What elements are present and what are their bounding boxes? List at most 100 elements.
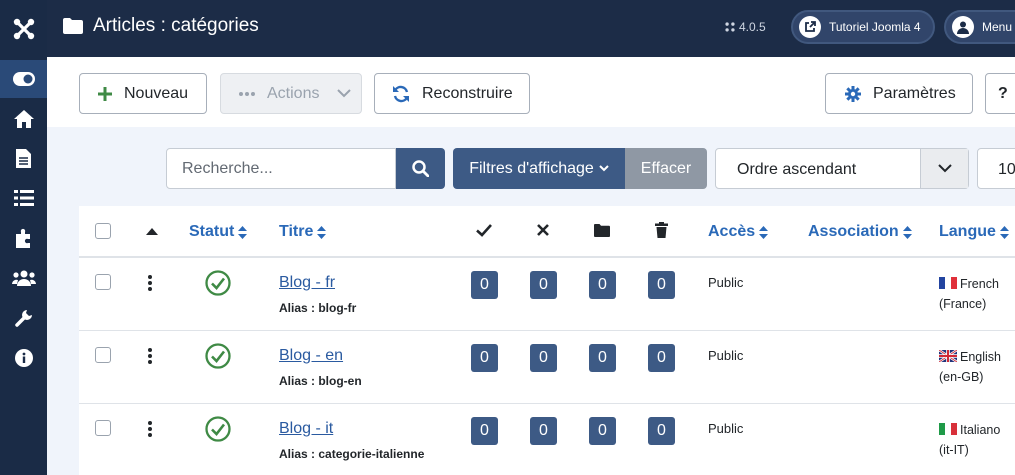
- select-all-checkbox[interactable]: [95, 223, 111, 239]
- joomla-small-icon: [725, 22, 735, 32]
- column-title-label: Titre: [279, 223, 314, 240]
- user-menu-button[interactable]: Menu: [944, 10, 1015, 44]
- access-level: Public: [708, 275, 744, 290]
- language-name: French: [960, 277, 999, 291]
- access-level: Public: [708, 348, 744, 363]
- published-status-icon[interactable]: [205, 270, 231, 296]
- ordering-select[interactable]: Ordre ascendant: [715, 148, 969, 189]
- table-header: Statut Titre Accès Association Langue: [79, 206, 1015, 258]
- sidebar-item-users[interactable]: [0, 259, 47, 297]
- unpublished-count[interactable]: 0: [530, 344, 557, 372]
- column-status[interactable]: Statut: [189, 223, 248, 241]
- help-button[interactable]: ?: [985, 73, 1015, 114]
- unpublished-count[interactable]: 0: [530, 417, 557, 445]
- trashed-count[interactable]: 0: [648, 417, 675, 445]
- caret-down-icon: [599, 165, 609, 172]
- trashed-count[interactable]: 0: [648, 344, 675, 372]
- archived-count[interactable]: 0: [589, 344, 616, 372]
- sort-icon: [238, 225, 248, 239]
- category-title-link[interactable]: Blog - fr: [279, 274, 335, 292]
- search-button[interactable]: [396, 148, 445, 189]
- table-row: Blog - it Alias : categorie-italienne 0 …: [79, 404, 1015, 475]
- drag-handle-icon[interactable]: [147, 347, 153, 365]
- access-level: Public: [708, 421, 744, 436]
- user-icon: [952, 16, 974, 38]
- drag-handle-icon[interactable]: [147, 420, 153, 438]
- row-checkbox[interactable]: [95, 420, 111, 436]
- column-access-label: Accès: [708, 223, 756, 240]
- column-title[interactable]: Titre: [279, 223, 327, 241]
- category-title-link[interactable]: Blog - en: [279, 347, 343, 365]
- category-title-link[interactable]: Blog - it: [279, 420, 333, 438]
- actions-label: Actions: [267, 84, 320, 102]
- options-label: Paramètres: [873, 84, 956, 102]
- new-button[interactable]: Nouveau: [79, 73, 207, 114]
- published-count[interactable]: 0: [471, 271, 498, 299]
- row-checkbox[interactable]: [95, 347, 111, 363]
- joomla-logo[interactable]: [0, 0, 47, 57]
- sort-icon: [902, 225, 912, 239]
- sidebar-item-content[interactable]: [0, 139, 47, 177]
- row-checkbox[interactable]: [95, 274, 111, 290]
- question-icon: ?: [998, 84, 1008, 102]
- ordering-value: Ordre ascendant: [737, 161, 857, 178]
- table-row: Blog - en Alias : blog-en 0 0 0 0 Public…: [79, 331, 1015, 404]
- category-alias: Alias : blog-fr: [279, 301, 357, 315]
- sort-caret-up-icon[interactable]: [146, 228, 158, 235]
- rebuild-button[interactable]: Reconstruire: [374, 73, 530, 114]
- clear-button[interactable]: Effacer: [625, 148, 707, 189]
- column-language[interactable]: Langue: [939, 223, 1009, 241]
- filter-label: Filtres d'affichage: [469, 159, 594, 177]
- limit-value: 10: [998, 161, 1015, 178]
- published-status-icon[interactable]: [205, 416, 231, 442]
- published-status-icon[interactable]: [205, 343, 231, 369]
- column-association[interactable]: Association: [808, 223, 912, 241]
- sidebar-item-components[interactable]: [0, 219, 47, 257]
- list-limit-select[interactable]: 10: [977, 148, 1015, 189]
- unpublished-count[interactable]: 0: [530, 271, 557, 299]
- joomla-version: 4.0.5: [725, 20, 766, 34]
- chevron-down-icon: [337, 89, 352, 98]
- flag-it-icon: [939, 423, 957, 435]
- rebuild-label: Reconstruire: [422, 84, 513, 102]
- new-label: Nouveau: [124, 84, 189, 102]
- sidebar-item-help[interactable]: [0, 339, 47, 377]
- list-icon: [13, 190, 34, 206]
- published-count[interactable]: 0: [471, 344, 498, 372]
- version-text: 4.0.5: [739, 20, 766, 34]
- language-cell: English (en-GB): [939, 347, 1015, 387]
- column-access[interactable]: Accès: [708, 223, 769, 241]
- users-icon: [11, 270, 36, 286]
- category-alias: Alias : categorie-italienne: [279, 447, 425, 461]
- trash-icon: [655, 222, 668, 238]
- flag-fr-icon: [939, 277, 957, 289]
- toolbar: Nouveau Actions Reconstruire Paramètres …: [47, 57, 1015, 127]
- times-icon: [537, 224, 549, 236]
- archived-count[interactable]: 0: [589, 271, 616, 299]
- sidebar-item-toggle-menu[interactable]: [0, 60, 47, 98]
- sidebar: [0, 0, 47, 475]
- language-code: (it-IT): [939, 443, 969, 457]
- archived-count[interactable]: 0: [589, 417, 616, 445]
- sidebar-item-system[interactable]: [0, 299, 47, 337]
- language-cell: French (France): [939, 274, 1015, 314]
- sort-icon: [317, 225, 327, 239]
- options-button[interactable]: Paramètres: [825, 73, 973, 114]
- filter-options-button[interactable]: Filtres d'affichage: [453, 148, 625, 189]
- trashed-count[interactable]: 0: [648, 271, 675, 299]
- refresh-icon: [393, 85, 409, 102]
- tutorial-link[interactable]: Tutoriel Joomla 4: [791, 10, 935, 44]
- gear-icon: [845, 85, 861, 102]
- sidebar-item-menus[interactable]: [0, 179, 47, 217]
- document-icon: [16, 148, 31, 168]
- chevron-down-icon: [920, 149, 968, 188]
- sort-icon: [999, 225, 1009, 239]
- drag-handle-icon[interactable]: [147, 274, 153, 292]
- search-input[interactable]: [166, 148, 396, 189]
- header: Articles : catégories 4.0.5 Tutoriel Joo…: [47, 0, 1015, 57]
- actions-dropdown[interactable]: Actions: [220, 73, 362, 114]
- sidebar-item-home[interactable]: [0, 100, 47, 138]
- folder-icon: [63, 18, 83, 34]
- folder-icon: [594, 224, 610, 237]
- published-count[interactable]: 0: [471, 417, 498, 445]
